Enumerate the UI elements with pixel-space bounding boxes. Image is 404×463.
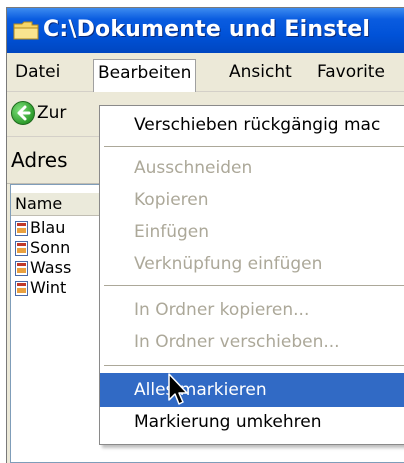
menu-separator	[104, 365, 404, 366]
explorer-window: C:\Dokumente und Einstel Datei Bearbeite…	[6, 7, 404, 463]
menu-item-paste-shortcut[interactable]: Verknüpfung einfügen	[100, 247, 404, 281]
window-title: C:\Dokumente und Einstel	[43, 17, 371, 42]
menu-item-invert-selection[interactable]: Markierung umkehren	[100, 405, 404, 439]
image-file-icon	[15, 241, 28, 256]
menu-separator	[104, 285, 404, 286]
edit-menu-dropdown: Verschieben rückgängig mac Ausschneiden …	[99, 105, 404, 445]
image-file-icon	[15, 281, 28, 296]
menu-ansicht[interactable]: Ansicht	[225, 59, 296, 85]
file-item[interactable]: Wass	[13, 258, 113, 278]
back-arrow-icon	[11, 101, 35, 125]
column-header-name[interactable]: Name	[11, 193, 101, 216]
menu-item-cut[interactable]: Ausschneiden	[100, 151, 404, 185]
title-bar[interactable]: C:\Dokumente und Einstel	[7, 8, 404, 53]
file-name: Wint	[30, 278, 67, 297]
file-name: Blau	[30, 218, 66, 237]
menu-separator	[104, 146, 404, 147]
file-item[interactable]: Blau	[13, 218, 113, 238]
menu-item-copy-to-folder[interactable]: In Ordner kopieren...	[100, 293, 404, 327]
file-item[interactable]: Sonn	[13, 238, 113, 258]
image-file-icon	[15, 221, 28, 236]
back-button-label: Zur	[37, 103, 67, 123]
menu-item-move-to-folder[interactable]: In Ordner verschieben...	[100, 325, 404, 359]
menu-item-undo[interactable]: Verschieben rückgängig mac	[100, 108, 404, 142]
image-file-icon	[15, 261, 28, 276]
menu-bearbeiten[interactable]: Bearbeiten	[93, 59, 197, 92]
menu-datei[interactable]: Datei	[11, 59, 64, 85]
mouse-cursor-icon	[168, 373, 188, 405]
file-name: Wass	[30, 258, 72, 277]
menu-bar: Datei Bearbeiten Ansicht Favorite	[7, 53, 404, 92]
menu-favoriten[interactable]: Favorite	[313, 59, 389, 85]
menu-item-paste[interactable]: Einfügen	[100, 215, 404, 249]
column-header-label: Name	[15, 194, 63, 213]
menu-item-select-all[interactable]: Alles markieren	[100, 373, 404, 407]
address-label: Adres	[11, 148, 68, 172]
folder-icon	[13, 21, 39, 40]
file-name: Sonn	[30, 238, 71, 257]
menu-item-copy[interactable]: Kopieren	[100, 183, 404, 217]
file-item[interactable]: Wint	[13, 278, 113, 298]
